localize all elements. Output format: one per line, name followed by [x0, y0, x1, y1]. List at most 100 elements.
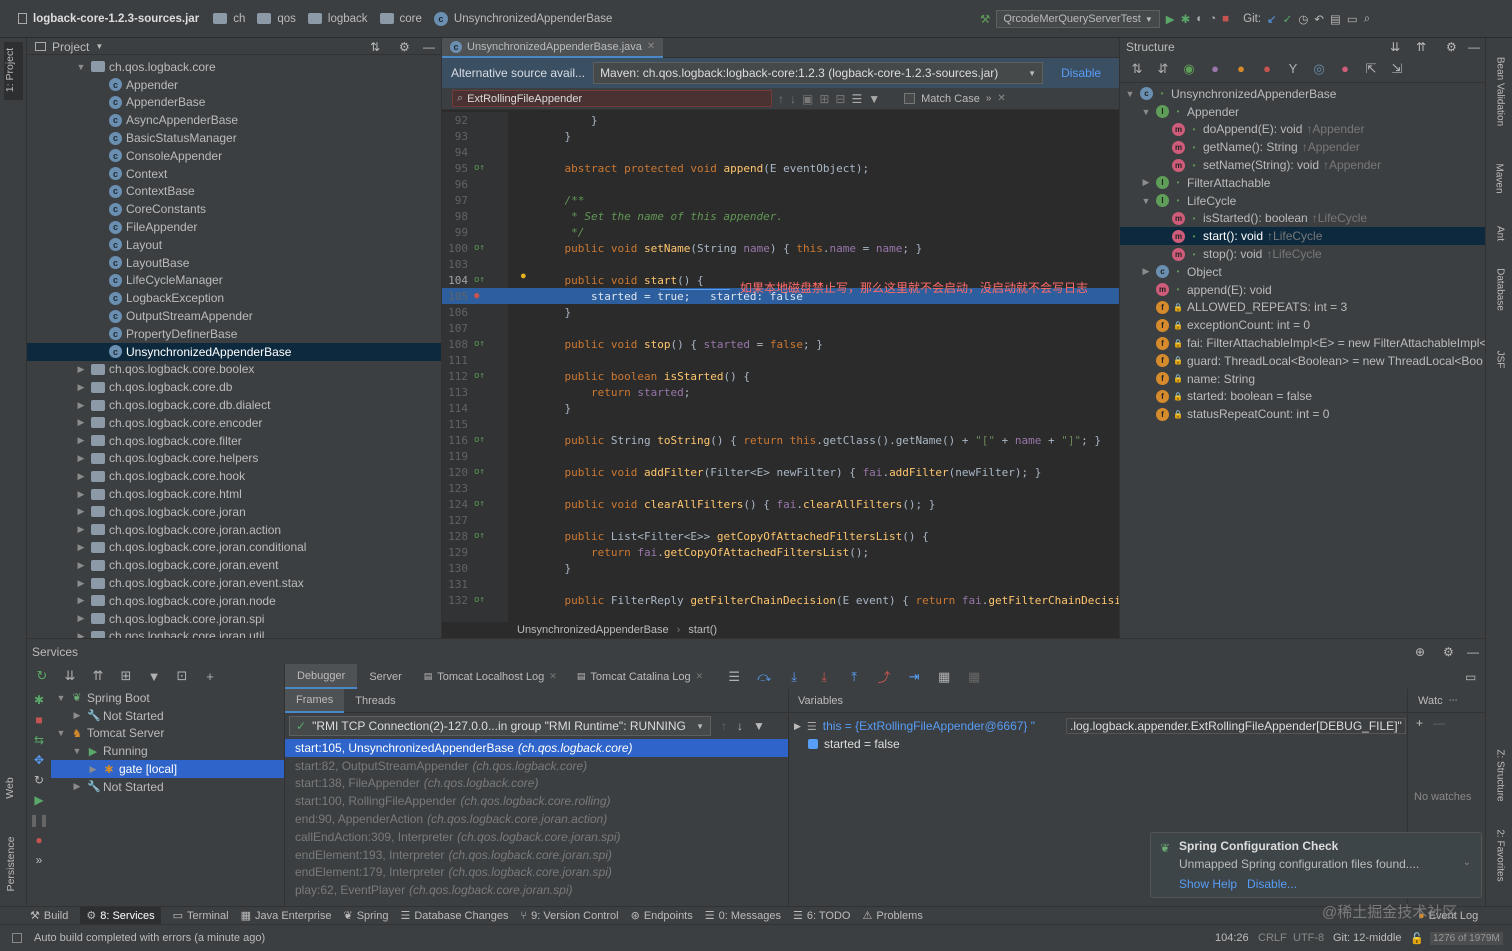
rerun-icon[interactable]: ↻	[34, 773, 44, 787]
autoscroll-to-source-icon[interactable]: ⇱	[1360, 61, 1382, 77]
collapse-all-icon[interactable]: ⇈	[87, 668, 109, 684]
structure-item[interactable]: f 🔒 exceptionCount: int = 0	[1120, 316, 1485, 334]
code-line[interactable]: 97 /**	[442, 192, 1120, 208]
memory-indicator[interactable]: 1276 of 1979M	[1430, 931, 1503, 945]
code-line[interactable]: 132 o↑ public FilterReply getFilterChainD…	[442, 592, 1120, 608]
thread-select[interactable]: ✓ "RMI TCP Connection(2)-127.0.0...in gr…	[289, 716, 711, 736]
project-tree-item[interactable]: ▶ ch.qos.logback.core.joran.conditional	[27, 539, 441, 557]
tab-build[interactable]: ⚒ Build	[30, 909, 68, 923]
tab-terminal[interactable]: ▭ Terminal	[173, 909, 229, 923]
code-line[interactable]: 96	[442, 176, 1120, 192]
next-occurrence-icon[interactable]: ↓	[790, 92, 796, 106]
collapse-all-icon[interactable]: ⇅	[370, 40, 380, 54]
lock-icon[interactable]: 🔓	[1410, 932, 1424, 945]
add-selection-icon[interactable]: ⊞	[819, 92, 829, 106]
tab-threads[interactable]: Threads	[344, 689, 406, 713]
jsf-tab[interactable]: JSF	[1495, 342, 1506, 378]
tree-arrow-icon[interactable]: ▶	[1140, 266, 1152, 277]
code-line[interactable]: 106 }	[442, 304, 1120, 320]
bulb-icon[interactable]: ●	[520, 270, 527, 282]
expand-all-icon[interactable]: ⇊	[1390, 40, 1400, 54]
tree-arrow-icon[interactable]: ▶	[87, 764, 99, 775]
code-line[interactable]: 95 o↑ abstract protected void append(E ev…	[442, 160, 1120, 176]
service-tree-item[interactable]: ▶ ✱ gate [local]	[51, 760, 284, 778]
line-separator[interactable]: CRLF	[1258, 932, 1287, 944]
project-tree-item[interactable]: ▼ ch.qos.logback.core	[27, 58, 441, 76]
tab-catalina-log[interactable]: ▤ Tomcat Catalina Log ✕	[567, 664, 713, 689]
gear-icon[interactable]: ⚙	[399, 40, 410, 54]
project-tree-item[interactable]: c OutputStreamAppender	[27, 307, 441, 325]
crumb-core[interactable]: core	[400, 13, 422, 25]
database-tab[interactable]: Database	[1495, 262, 1506, 318]
structure-item[interactable]: m • isStarted(): boolean ↑LifeCycle	[1120, 210, 1485, 228]
rollback-icon[interactable]: ↶	[1314, 12, 1324, 26]
run-icon[interactable]: ▶	[1166, 12, 1175, 26]
project-tree-item[interactable]: ▶ ch.qos.logback.core.joran.node	[27, 592, 441, 610]
code-line[interactable]: 93 }	[442, 128, 1120, 144]
code-line[interactable]: 107	[442, 320, 1120, 336]
stack-frame[interactable]: end:90, AppenderAction (ch.qos.logback.co…	[285, 810, 788, 828]
crumb-qos[interactable]: qos	[277, 13, 296, 25]
search-input[interactable]: ⌕ ExtRollingFileAppender	[452, 90, 772, 107]
close-icon[interactable]: ✕	[997, 93, 1005, 104]
project-tree-item[interactable]: c LogbackException	[27, 289, 441, 307]
refresh-icon[interactable]: ↻	[31, 668, 53, 684]
tab-debugger[interactable]: Debugger	[285, 664, 358, 689]
code-line[interactable]: 114 }	[442, 400, 1120, 416]
more-icon[interactable]: »	[986, 93, 992, 104]
hide-panel-icon[interactable]: —	[423, 40, 435, 54]
code-line[interactable]: 94	[442, 144, 1120, 160]
autoscroll-from-source-icon[interactable]: ⇲	[1386, 61, 1408, 77]
code-line[interactable]: 99 */	[442, 224, 1120, 240]
tab-database-changes[interactable]: ☰ Database Changes	[400, 909, 508, 923]
maven-tab[interactable]: Maven	[1494, 154, 1505, 204]
tab-todo[interactable]: ☰ 6: TODO	[793, 909, 850, 923]
step-over-icon[interactable]: ⤓	[783, 669, 805, 685]
project-tree-item[interactable]: ▶ ch.qos.logback.core.boolex	[27, 361, 441, 379]
deploy-icon[interactable]: ⇆	[34, 733, 44, 747]
project-tree-item[interactable]: c LayoutBase	[27, 254, 441, 272]
tab-messages[interactable]: ☰ 0: Messages	[705, 909, 781, 923]
tree-arrow-icon[interactable]: ▶	[75, 595, 87, 606]
code-line[interactable]: 113 return started;	[442, 384, 1120, 400]
filter-icon[interactable]: ▼	[753, 719, 765, 733]
title-project[interactable]: logback-core-1.2.3-sources.jar	[33, 13, 199, 25]
show-nonpublic-icon[interactable]: ●	[1256, 61, 1278, 76]
code-area[interactable]: 92 } 93 } 94 95 o↑ abstract protected void a…	[442, 112, 1120, 624]
code-line[interactable]: 129 return fai.getCopyOfAttachedFiltersL…	[442, 544, 1120, 560]
tab-frames[interactable]: Frames	[285, 688, 345, 713]
service-tree-item[interactable]: ▼ ❦ Spring Boot	[51, 689, 284, 707]
tree-arrow-icon[interactable]: ▼	[55, 728, 67, 738]
structure-item[interactable]: m • append(E): void	[1120, 281, 1485, 299]
notification-balloon[interactable]: ❦ Spring Configuration Check Unmapped Sp…	[1150, 832, 1482, 898]
project-tree-item[interactable]: c CoreConstants	[27, 200, 441, 218]
history-icon[interactable]: ◷	[1298, 12, 1308, 26]
service-tree-item[interactable]: ▼ ♞ Tomcat Server	[51, 725, 284, 743]
tree-arrow-icon[interactable]: ▶	[75, 364, 87, 375]
project-tree-item[interactable]: ▶ ch.qos.logback.core.hook	[27, 467, 441, 485]
code-line[interactable]: 92 }	[442, 112, 1120, 128]
show-execution-point-icon[interactable]: ⤼	[753, 669, 775, 685]
project-tree-item[interactable]: ▶ ch.qos.logback.core.encoder	[27, 414, 441, 432]
git-update-icon[interactable]: ↙	[1267, 12, 1277, 26]
code-line[interactable]: 116 o↑ public String toString() { return …	[442, 432, 1120, 448]
bean-validation-tab[interactable]: Bean Validation	[1495, 52, 1506, 132]
code-line[interactable]: 123	[442, 480, 1120, 496]
tree-arrow-icon[interactable]: ▼	[55, 693, 67, 703]
tree-arrow-icon[interactable]: ▼	[71, 746, 83, 756]
project-tree-item[interactable]: c FileAppender	[27, 218, 441, 236]
source-select[interactable]: Maven: ch.qos.logback:logback-core:1.2.3…	[593, 62, 1044, 84]
prev-occurrence-icon[interactable]: ↑	[778, 92, 784, 106]
window-icon[interactable]: ▭	[1347, 12, 1358, 26]
git-commit-icon[interactable]: ✓	[1283, 12, 1293, 26]
project-tree-item[interactable]: c PropertyDefinerBase	[27, 325, 441, 343]
run-to-cursor-icon[interactable]: ⇥	[903, 669, 925, 685]
structure-item[interactable]: ▼ c • UnsynchronizedAppenderBase	[1120, 85, 1485, 103]
project-tree-item[interactable]: ▶ ch.qos.logback.core.joran	[27, 503, 441, 521]
code-line[interactable]: 112 o↑ public boolean isStarted() {	[442, 368, 1120, 384]
stop-icon[interactable]: ■	[1222, 13, 1229, 25]
structure-item[interactable]: f 🔒 name: String	[1120, 370, 1485, 388]
close-icon[interactable]: ✕	[647, 41, 655, 52]
editor-tab[interactable]: c UnsynchronizedAppenderBase.java ✕	[442, 37, 664, 58]
disable-link[interactable]: Disable...	[1247, 877, 1297, 891]
